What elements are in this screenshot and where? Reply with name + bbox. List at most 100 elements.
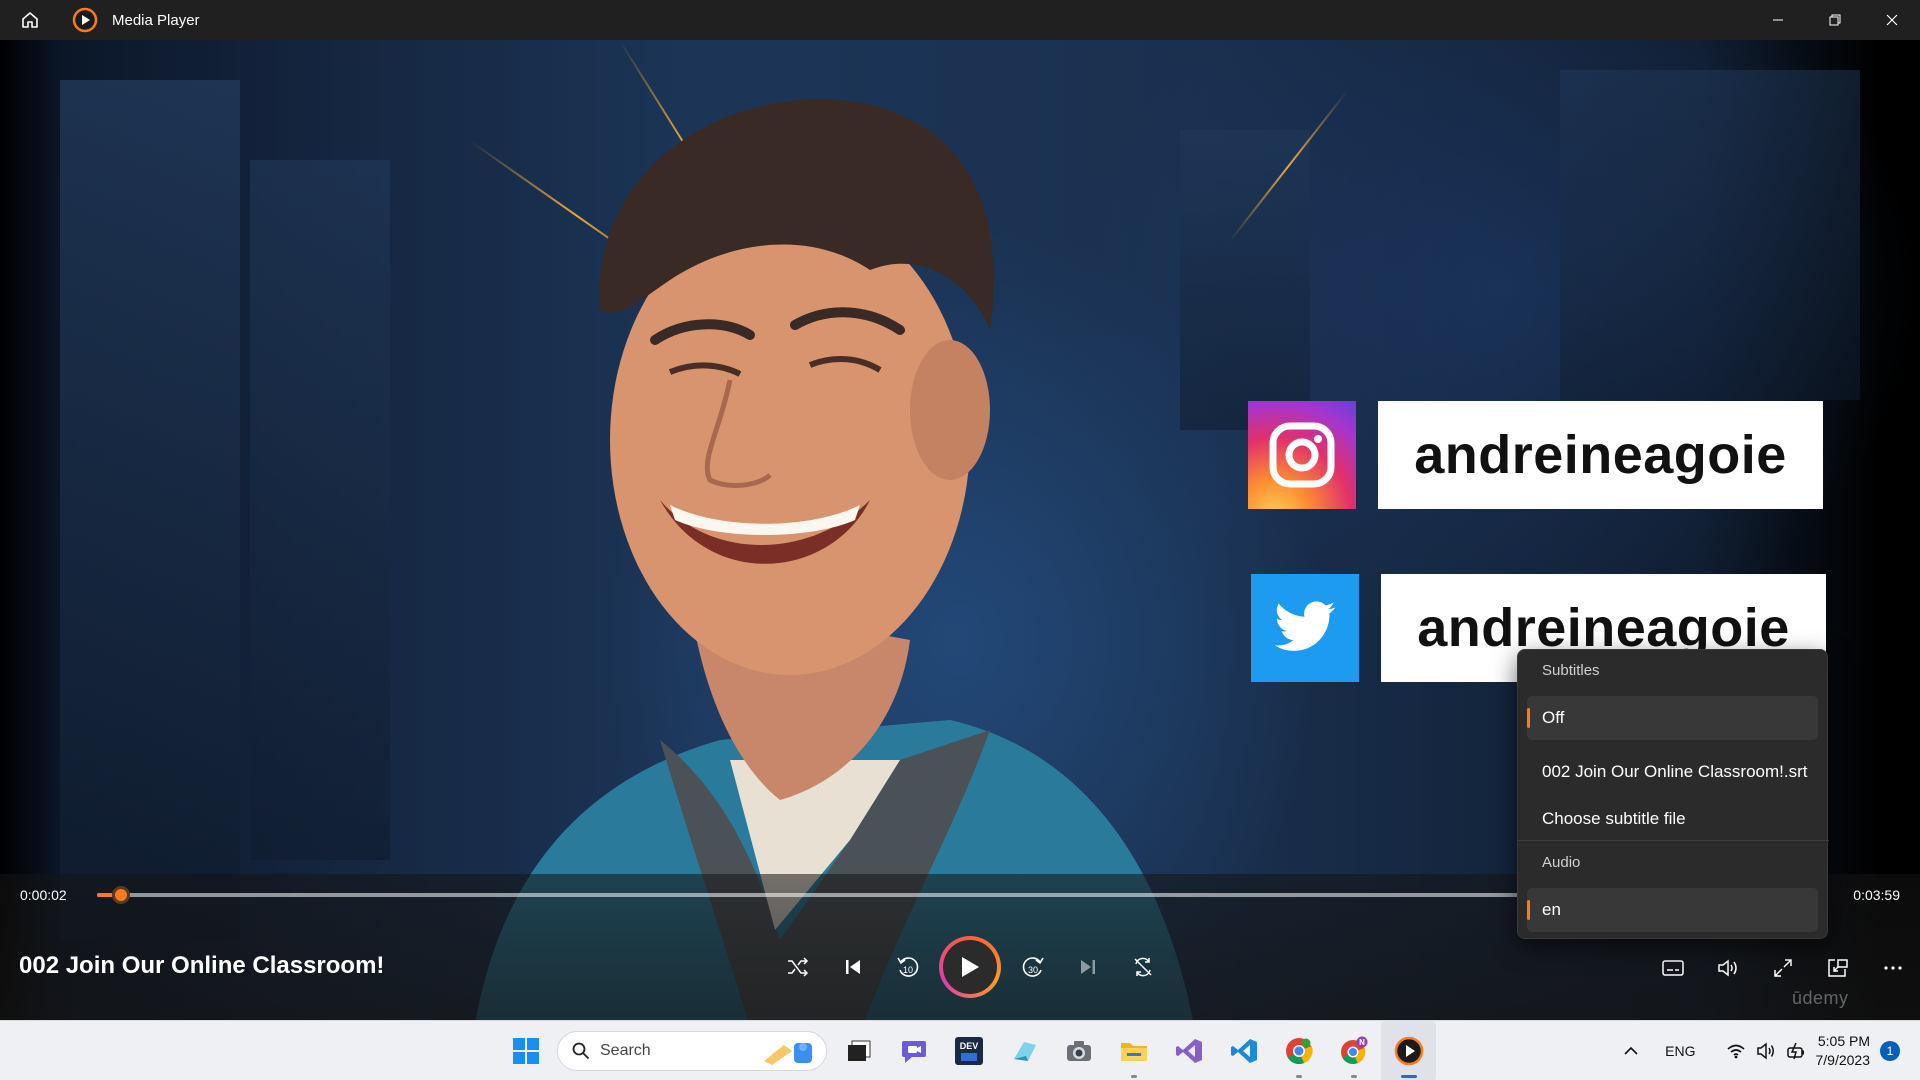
secondary-controls	[1645, 940, 1920, 995]
repeat-button[interactable]	[1115, 940, 1170, 995]
repeat-icon	[1133, 957, 1152, 977]
devhome-icon: DEV	[954, 1037, 983, 1065]
input-language[interactable]: ENG	[1665, 1043, 1695, 1059]
menu-divider	[1518, 840, 1829, 841]
total-duration: 0:03:59	[1853, 887, 1900, 903]
volume-tray-icon[interactable]	[1756, 1042, 1776, 1060]
next-icon	[1080, 960, 1095, 974]
task-view-icon	[847, 1040, 870, 1061]
instagram-icon	[1248, 401, 1356, 509]
skip-back-10-button[interactable]: 10	[880, 940, 935, 995]
play-icon	[962, 957, 979, 977]
file-explorer-button[interactable]	[1106, 1021, 1161, 1080]
fullscreen-icon	[1773, 958, 1792, 977]
home-icon	[22, 12, 38, 28]
next-button[interactable]	[1060, 940, 1115, 995]
taskbar-search[interactable]: Search	[557, 1031, 827, 1071]
vscode-button[interactable]	[1216, 1021, 1271, 1080]
skip-back-label: 10	[902, 965, 912, 975]
instagram-handle: andreineagoie	[1378, 401, 1823, 509]
restore-button[interactable]	[1806, 0, 1863, 40]
clock-date: 7/9/2023	[1815, 1052, 1871, 1068]
media-player-taskbar-button[interactable]	[1381, 1021, 1436, 1080]
minimize-icon	[1772, 19, 1783, 21]
restore-icon	[1829, 14, 1840, 26]
camera-button[interactable]	[1051, 1021, 1106, 1080]
notification-badge[interactable]: 1	[1880, 1041, 1900, 1061]
instagram-handle-banner: andreineagoie	[1248, 401, 1823, 509]
more-icon	[1883, 965, 1902, 970]
fullscreen-button[interactable]	[1755, 940, 1810, 995]
background-building	[1560, 70, 1860, 400]
skip-forward-30-icon: 30	[1022, 957, 1044, 977]
active-indicator	[1400, 1075, 1417, 1078]
mini-view-icon	[1827, 958, 1848, 977]
shuffle-button[interactable]	[770, 940, 825, 995]
chrome-button[interactable]	[1271, 1021, 1326, 1080]
media-title: 002 Join Our Online Classroom!	[19, 952, 385, 979]
chrome-profile-icon: N	[1340, 1036, 1367, 1064]
windows-start-icon	[512, 1038, 539, 1064]
skip-forward-30-button[interactable]: 30	[1005, 940, 1060, 995]
twitter-icon	[1251, 574, 1359, 682]
shuffle-icon	[787, 957, 808, 977]
show-hidden-icons-button[interactable]	[1611, 1021, 1651, 1080]
running-indicator	[1350, 1075, 1357, 1078]
play-button[interactable]	[939, 936, 1001, 998]
current-time: 0:00:02	[20, 887, 67, 903]
running-indicator	[1130, 1075, 1137, 1078]
subtitles-button[interactable]	[1645, 940, 1700, 995]
wifi-icon[interactable]	[1726, 1043, 1746, 1059]
subtitles-icon	[1661, 959, 1684, 976]
more-options-button[interactable]	[1865, 940, 1920, 995]
previous-icon	[845, 960, 860, 974]
devhome-button[interactable]: DEV	[941, 1021, 996, 1080]
task-view-button[interactable]	[831, 1021, 886, 1080]
audio-heading: Audio	[1542, 854, 1581, 871]
svg-text:DEV: DEV	[959, 1041, 978, 1051]
search-highlight-icon	[764, 1043, 812, 1065]
svg-text:N: N	[1359, 1038, 1365, 1047]
file-explorer-icon	[1120, 1043, 1147, 1061]
chrome-profile-button[interactable]: N	[1326, 1021, 1381, 1080]
choose-subtitle-file-option[interactable]: Choose subtitle file	[1527, 797, 1818, 841]
background-building	[250, 160, 390, 860]
subtitles-audio-menu: Subtitles Off 002 Join Our Online Classr…	[1517, 649, 1829, 939]
subtitle-option-off[interactable]: Off	[1527, 696, 1818, 740]
media-player-icon	[72, 7, 98, 33]
mini-view-button[interactable]	[1810, 940, 1865, 995]
audio-option-en[interactable]: en	[1527, 888, 1818, 932]
udemy-watermark: ūdemy	[1792, 988, 1849, 1008]
minimize-button[interactable]	[1749, 0, 1806, 40]
chrome-icon	[1285, 1038, 1313, 1065]
camera-icon	[1066, 1041, 1091, 1061]
running-indicator	[1295, 1075, 1302, 1078]
title-bar: Media Player	[0, 0, 1920, 40]
close-icon	[1886, 14, 1897, 26]
chevron-up-icon	[1624, 1046, 1638, 1055]
clock[interactable]: 5:05 PM 7/9/2023	[1816, 1032, 1871, 1070]
volume-button[interactable]	[1700, 940, 1755, 995]
teams-chat-icon	[901, 1041, 926, 1063]
window-title: Media Player	[112, 11, 200, 29]
skip-forward-label: 30	[1027, 965, 1037, 975]
snipping-tool-button[interactable]	[996, 1021, 1051, 1080]
search-icon	[572, 1042, 590, 1060]
system-tray: ENG 5:05 PM 7/9/2023 1	[1611, 1021, 1920, 1080]
visual-studio-button[interactable]	[1161, 1021, 1216, 1080]
home-button[interactable]	[0, 0, 60, 40]
close-button[interactable]	[1863, 0, 1920, 40]
start-button[interactable]	[498, 1021, 553, 1080]
teams-chat-button[interactable]	[886, 1021, 941, 1080]
subtitle-option-label: Off	[1542, 708, 1565, 727]
subtitle-option-srt[interactable]: 002 Join Our Online Classroom!.srt	[1527, 750, 1818, 794]
battery-charging-icon[interactable]	[1786, 1042, 1808, 1060]
taskbar: Search DEV N ENG 5:05 PM 7/9/2023 1	[0, 1020, 1920, 1080]
background-building	[60, 80, 240, 940]
previous-button[interactable]	[825, 940, 880, 995]
vscode-icon	[1230, 1039, 1257, 1063]
clock-time: 5:05 PM	[1817, 1033, 1870, 1049]
media-player-icon	[1394, 1036, 1423, 1066]
skip-back-10-icon: 10	[896, 957, 918, 977]
visual-studio-icon	[1175, 1039, 1202, 1063]
